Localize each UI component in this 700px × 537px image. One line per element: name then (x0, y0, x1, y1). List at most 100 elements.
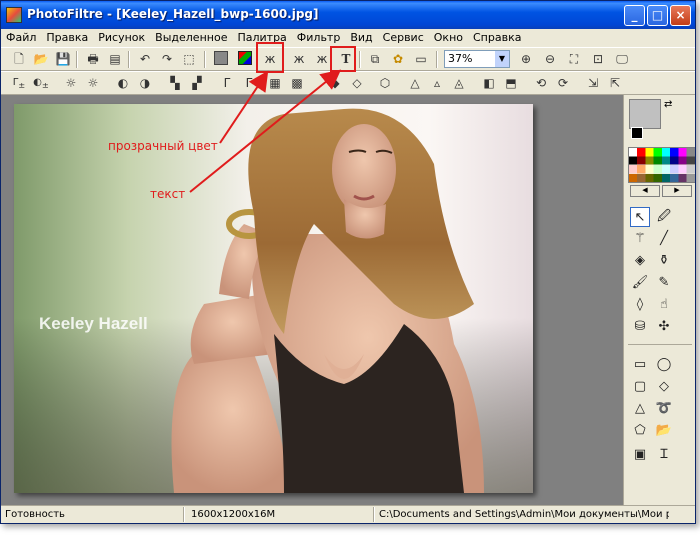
auto-contrast-icon[interactable]: ◐± (32, 75, 50, 91)
chevron-down-icon[interactable]: ▼ (495, 51, 509, 67)
brightness-minus-icon[interactable]: ☼ (62, 75, 80, 91)
text-selection-icon[interactable]: Ɪ (654, 445, 674, 465)
gamma-plus-icon[interactable]: Γ (240, 75, 258, 91)
selection-icon[interactable]: ▣ (630, 445, 650, 465)
lasso-icon[interactable]: ➰ (654, 399, 674, 419)
palette-next-button[interactable]: ▶ (662, 185, 692, 197)
panel-separator (628, 344, 692, 345)
rectangle-icon[interactable]: ▭ (630, 355, 650, 375)
flip-horizontal-icon[interactable]: ◧ (480, 75, 498, 91)
contrast-plus-icon[interactable]: ◑ (136, 75, 154, 91)
menu-filter[interactable]: Фильтр (292, 29, 346, 44)
pattern-icon[interactable]: ✣ (654, 317, 674, 337)
print-icon[interactable]: 🖶 (84, 51, 102, 67)
photofiltre-app-icon (6, 7, 22, 23)
toolbar-separator (128, 51, 130, 68)
resize-image-icon[interactable]: ⇲ (584, 75, 602, 91)
status-text: Готовность (5, 509, 65, 520)
layers-icon[interactable]: ⧉ (366, 51, 384, 67)
rounded-rect-icon[interactable]: ▢ (630, 377, 650, 397)
redo-icon[interactable]: ↷ (158, 51, 176, 67)
soften-icon[interactable]: ⬡ (376, 75, 394, 91)
filter-toolbar: Γ± ◐± ☼ ☼ ◐ ◑ ▚ ▞ Γ Γ ▦ ▩ ◆ ◇ ⬡ △ ▵ ◬ ◧ … (1, 71, 695, 95)
filter-grid-icon[interactable]: ▦ (266, 75, 284, 91)
background-color-swatch[interactable] (631, 127, 643, 139)
toolbar-separator (436, 51, 438, 68)
saturation-minus-icon[interactable]: ▚ (166, 75, 184, 91)
photo: Keeley Hazell (14, 104, 533, 493)
auto-levels-icon[interactable]: Γ± (10, 75, 28, 91)
zoom-out-icon[interactable]: ⊖ (541, 51, 559, 67)
eyedropper-icon[interactable]: 🖉 (654, 207, 674, 227)
menu-file[interactable]: Файл (1, 29, 41, 44)
smudge-icon[interactable]: ☝ (654, 295, 674, 315)
brightness-plus-icon[interactable]: ☼ (84, 75, 102, 91)
brush-icon[interactable]: 🖌 (630, 273, 650, 293)
palette-prev-button[interactable]: ◀ (630, 185, 660, 197)
text-tool-highlight (330, 46, 356, 72)
filter-blocks-icon[interactable]: ▩ (288, 75, 306, 91)
edge-icon[interactable]: ◬ (450, 75, 468, 91)
menu-tools[interactable]: Сервис (378, 29, 429, 44)
rotate-left-icon[interactable]: ⟲ (532, 75, 550, 91)
maximize-button[interactable]: □ (647, 5, 668, 26)
triangle-icon[interactable]: △ (630, 399, 650, 419)
magic-wand-icon[interactable]: ⚚ (630, 229, 650, 249)
select-arrow-icon[interactable]: ↖ (630, 207, 650, 227)
sharpen-drop-icon[interactable]: ◆ (326, 75, 344, 91)
window-icon[interactable]: ▭ (412, 51, 430, 67)
crop-icon[interactable]: ⬚ (180, 51, 198, 67)
close-button[interactable]: × (670, 5, 691, 26)
open-icon[interactable]: 📂 (32, 51, 50, 67)
transparent-color-label: прозрачный цвет (108, 139, 218, 153)
gamma-minus-icon[interactable]: Γ (218, 75, 236, 91)
menu-image[interactable]: Рисунок (93, 29, 150, 44)
grayscale-icon[interactable] (212, 51, 230, 67)
transparent-gradient-icon[interactable]: ж (290, 51, 308, 67)
stamp-icon[interactable]: ⛁ (630, 317, 650, 337)
save-icon[interactable]: 💾 (54, 51, 72, 67)
photofiltre-window: PhotoFiltre - [Keeley_Hazell_bwp-1600.jp… (0, 0, 696, 524)
line-icon[interactable]: ╱ (654, 229, 674, 249)
scan-icon[interactable]: ▤ (106, 51, 124, 67)
polygon-icon[interactable]: ⬠ (630, 421, 650, 441)
foreground-color-swatch[interactable] (629, 99, 661, 129)
image-canvas[interactable]: Keeley Hazell (14, 104, 533, 493)
window-title: PhotoFiltre - [Keeley_Hazell_bwp-1600.jp… (27, 7, 319, 21)
flip-vertical-icon[interactable]: ⬒ (502, 75, 520, 91)
ellipse-icon[interactable]: ◯ (654, 355, 674, 375)
actual-size-icon[interactable]: ⊡ (589, 51, 607, 67)
minimize-button[interactable]: _ (624, 5, 645, 26)
blur-drop-icon[interactable]: ◊ (630, 295, 650, 315)
fullscreen-icon[interactable]: 🖵 (613, 51, 631, 67)
menu-window[interactable]: Окно (429, 29, 468, 44)
open-folder-icon[interactable]: 📂 (654, 421, 674, 441)
blur-drop-icon[interactable]: ◇ (348, 75, 366, 91)
frame-icon[interactable]: ж (313, 51, 331, 67)
contrast-minus-icon[interactable]: ◐ (114, 75, 132, 91)
swap-colors-icon[interactable]: ⇄ (664, 99, 672, 110)
pencil-icon[interactable]: ✎ (654, 273, 674, 293)
saturation-plus-icon[interactable]: ▞ (188, 75, 206, 91)
rotate-right-icon[interactable]: ⟳ (554, 75, 572, 91)
zoom-select[interactable]: 37% ▼ (444, 50, 510, 68)
zoom-in-icon[interactable]: ⊕ (517, 51, 535, 67)
menu-edit[interactable]: Правка (41, 29, 93, 44)
menu-help[interactable]: Справка (468, 29, 526, 44)
rgb-icon[interactable] (236, 51, 254, 67)
plugins-icon[interactable]: ✿ (389, 51, 407, 67)
relief-icon[interactable]: ▵ (428, 75, 446, 91)
undo-icon[interactable]: ↶ (136, 51, 154, 67)
title-bar[interactable]: PhotoFiltre - [Keeley_Hazell_bwp-1600.jp… (1, 1, 695, 29)
canvas-size-icon[interactable]: ⇱ (606, 75, 624, 91)
color-palette[interactable] (628, 147, 695, 183)
fit-icon[interactable]: ⛶ (565, 51, 583, 67)
spray-icon[interactable]: ⚱ (654, 251, 674, 271)
menu-selection[interactable]: Выделенное (150, 29, 232, 44)
diamond-icon[interactable]: ◇ (654, 377, 674, 397)
menu-view[interactable]: Вид (345, 29, 377, 44)
fill-icon[interactable]: ◈ (630, 251, 650, 271)
new-icon[interactable]: 🗋 (10, 51, 28, 67)
toolbar-separator (76, 51, 78, 68)
emboss-icon[interactable]: △ (406, 75, 424, 91)
